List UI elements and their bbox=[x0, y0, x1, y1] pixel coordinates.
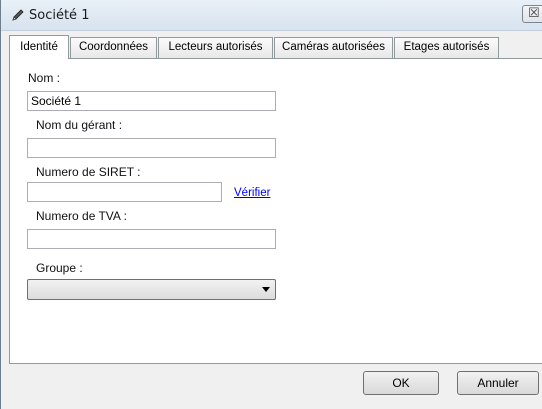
identity-panel: Nom : Société 1 Nom du gérant : Numero d… bbox=[9, 58, 542, 364]
nom-field[interactable]: Société 1 bbox=[27, 91, 276, 111]
verify-link[interactable]: Vérifier bbox=[234, 187, 270, 199]
tab-cameras-autorisees[interactable]: Caméras autorisées bbox=[274, 37, 393, 58]
tab-lecteurs-autorises[interactable]: Lecteurs autorisés bbox=[158, 37, 273, 58]
tab-identite[interactable]: Identité bbox=[9, 35, 69, 59]
groupe-label: Groupe : bbox=[36, 261, 83, 275]
close-icon: ☒ bbox=[528, 5, 540, 20]
gerant-field[interactable] bbox=[27, 138, 276, 158]
ok-button[interactable]: OK bbox=[363, 371, 439, 395]
tab-coordonnees[interactable]: Coordonnées bbox=[70, 37, 157, 58]
tab-etages-autorises[interactable]: Etages autorisés bbox=[394, 37, 499, 58]
siret-field[interactable] bbox=[27, 182, 222, 202]
tva-label: Numero de TVA : bbox=[36, 209, 127, 223]
cancel-button[interactable]: Annuler bbox=[457, 371, 539, 395]
nom-label: Nom : bbox=[28, 71, 61, 85]
siret-label: Numero de SIRET : bbox=[36, 165, 141, 179]
gerant-label: Nom du gérant : bbox=[36, 118, 123, 132]
chevron-down-icon bbox=[262, 287, 270, 292]
window-title: Société 1 bbox=[29, 8, 90, 23]
close-button[interactable]: ☒ bbox=[522, 5, 542, 23]
dialog-window: Société 1 ☒ Identité Coordonnées Lecteur… bbox=[0, 0, 542, 409]
tva-field[interactable] bbox=[27, 229, 276, 249]
title-bar[interactable]: Société 1 ☒ bbox=[1, 0, 542, 31]
pencil-icon bbox=[12, 9, 24, 21]
groupe-select[interactable] bbox=[27, 279, 276, 300]
